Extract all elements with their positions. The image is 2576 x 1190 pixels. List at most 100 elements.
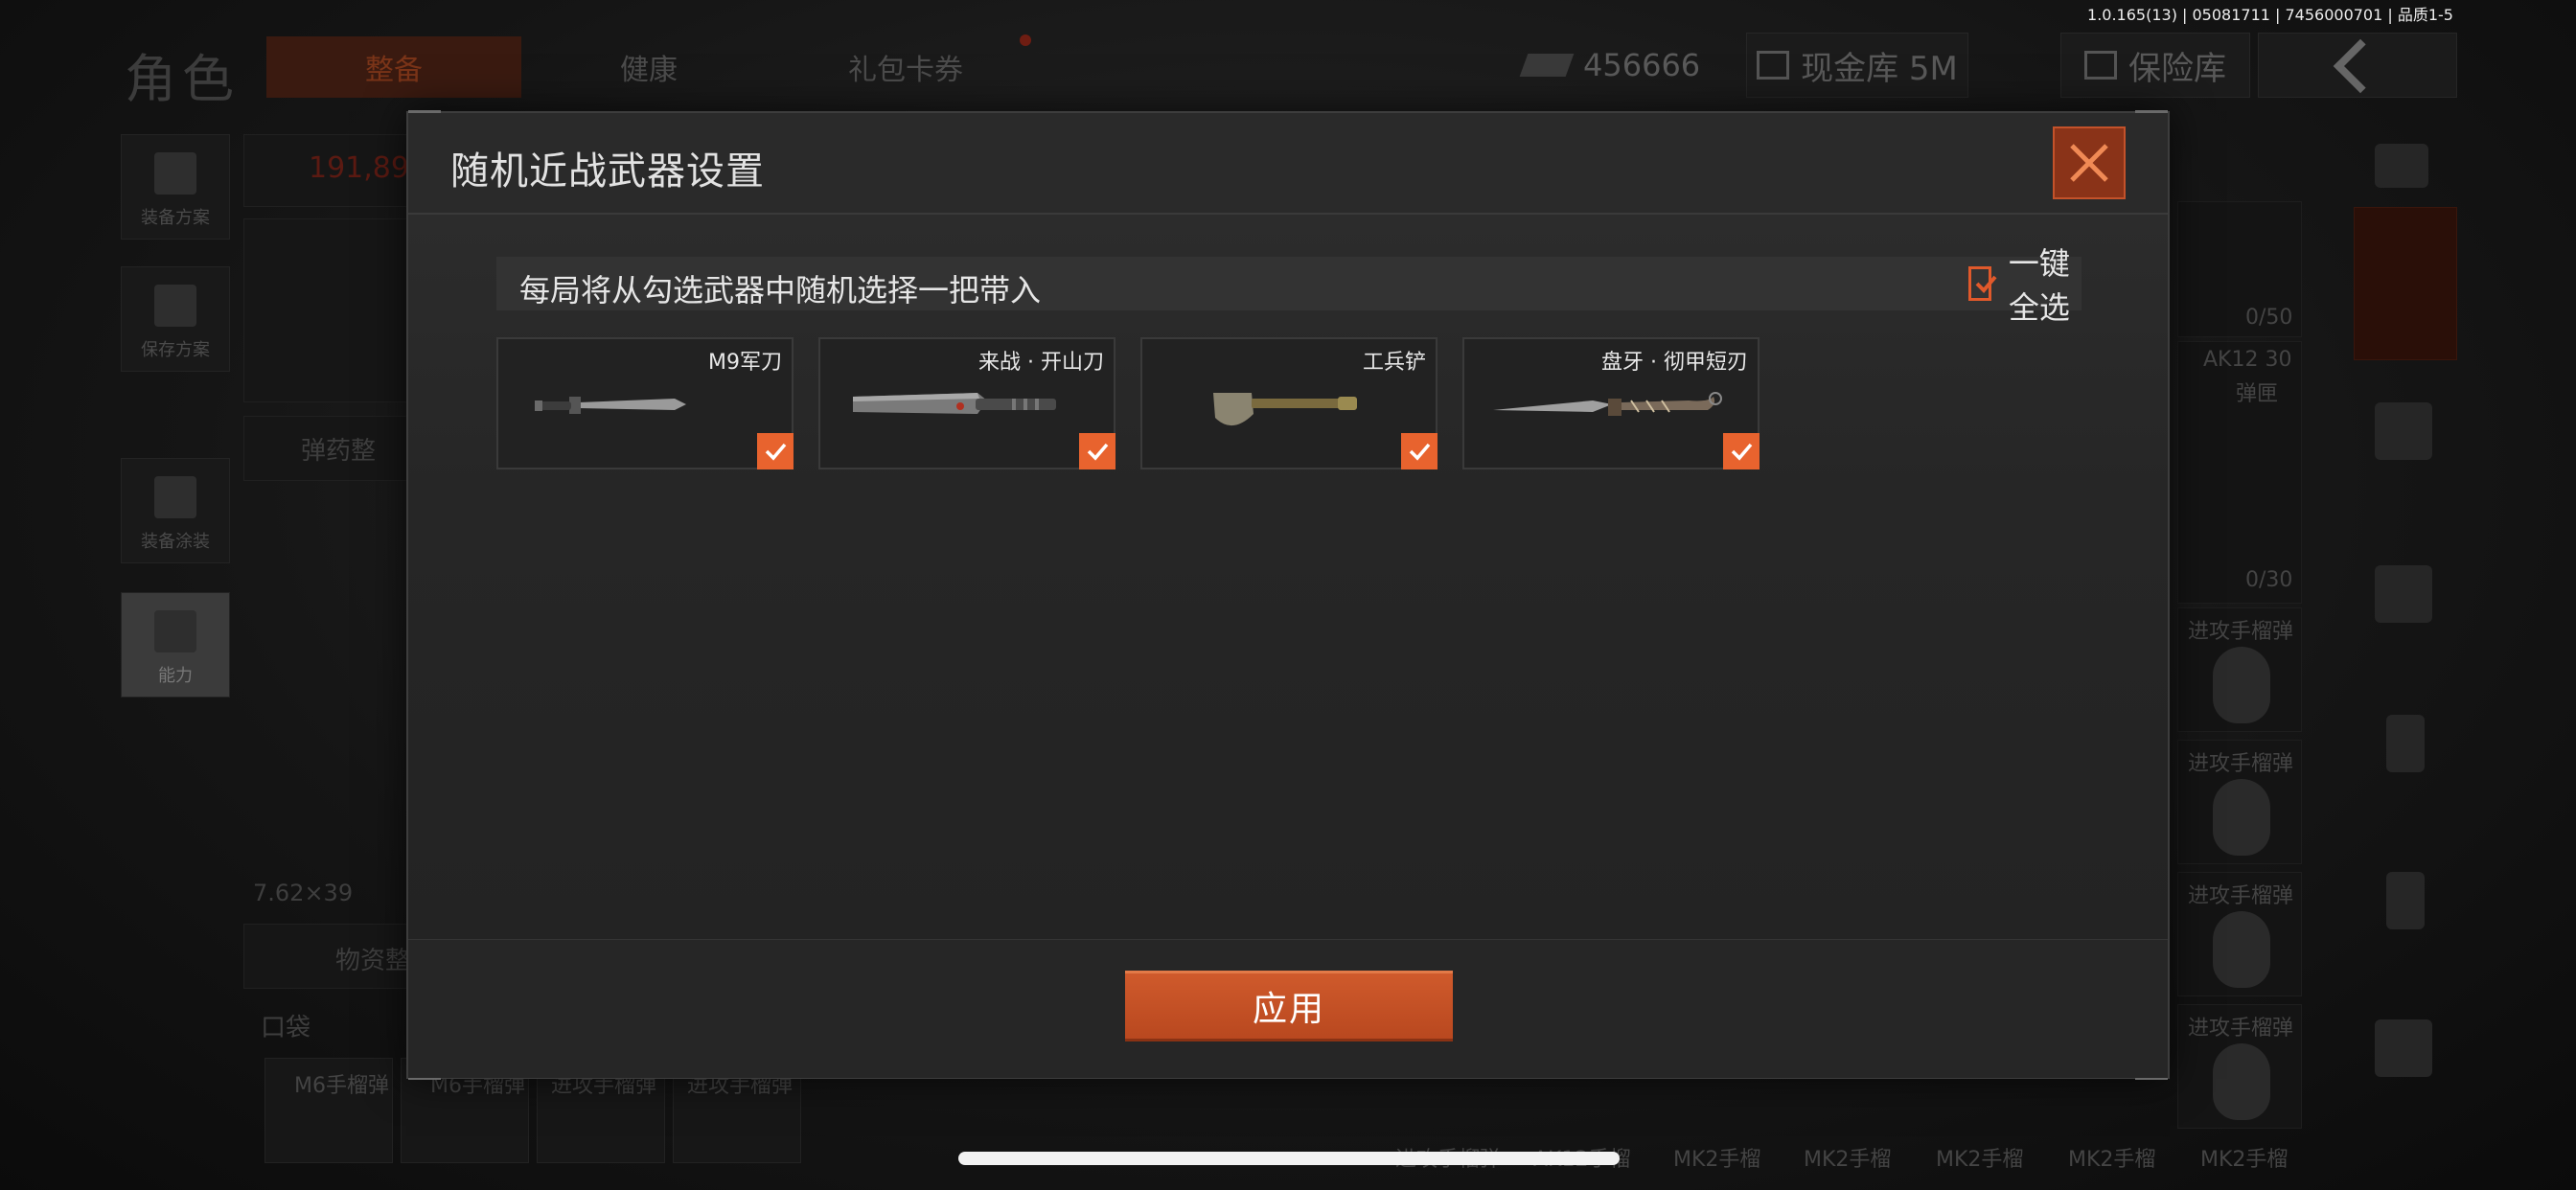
- supply-label: 物资整: [335, 947, 411, 975]
- bottom-item-label: MK2手榴: [1804, 1148, 1892, 1172]
- check-icon: [1087, 443, 1109, 461]
- side-ability[interactable]: 能力: [121, 592, 230, 698]
- vest-icon: [154, 152, 196, 195]
- weapon-checkbox[interactable]: [1401, 433, 1438, 469]
- side-label: 保存方案: [141, 340, 210, 360]
- side-label: 能力: [158, 666, 193, 686]
- bottom-item-label: MK2手榴: [1673, 1148, 1761, 1172]
- close-button[interactable]: [2053, 126, 2126, 199]
- melee-weapon-dialog: 随机近战武器设置 每局将从勾选武器中随机选择一把带入 一键全选 M9军刀 来战 …: [406, 110, 2170, 1080]
- side-label: 装备方案: [141, 208, 210, 228]
- dialog-footer: 应用: [408, 939, 2168, 1078]
- dagger-icon: [1493, 392, 1722, 416]
- weapon-card-shovel[interactable]: 工兵铲: [1140, 337, 1438, 469]
- select-all-toggle[interactable]: 一键全选: [1968, 245, 2082, 326]
- helmet-tab-icon[interactable]: [2375, 402, 2432, 460]
- cash-vault-button[interactable]: 现金库 5M: [1746, 33, 1968, 98]
- rifle-tab-icon[interactable]: [2375, 565, 2432, 623]
- weapon-name: M9军刀: [708, 351, 782, 375]
- item-label: 进攻手榴弹: [2188, 884, 2294, 908]
- grenade-icon: [2213, 779, 2270, 856]
- apply-button[interactable]: 应用: [1125, 971, 1453, 1041]
- close-icon: [2070, 144, 2108, 182]
- ability-icon: [154, 610, 196, 652]
- money-amount: 456666: [1583, 47, 1701, 83]
- grip-tab-icon[interactable]: [2386, 872, 2425, 929]
- check-icon: [1409, 443, 1431, 461]
- weapon-card-m9[interactable]: M9军刀: [496, 337, 794, 469]
- item-label: AK12 30: [2203, 348, 2292, 372]
- item-label: 进攻手榴弹: [2188, 752, 2294, 776]
- grenade-icon: [2213, 647, 2270, 723]
- ammo-label: 弹药整: [301, 437, 377, 466]
- inventory-cell[interactable]: 进攻手榴弹: [2177, 872, 2302, 996]
- stash-icon[interactable]: [2375, 144, 2428, 188]
- inventory-cell[interactable]: 0/50: [2177, 201, 2302, 337]
- tab-gift-cards[interactable]: 礼包卡券: [776, 36, 1035, 98]
- grenade-icon: [2213, 911, 2270, 988]
- notification-dot: [1020, 34, 1031, 46]
- inventory-cell[interactable]: AK12 30 弹匣 0/30: [2177, 341, 2302, 604]
- weapon-card-machete[interactable]: 来战 · 开山刀: [818, 337, 1116, 469]
- grenade-icon: [2213, 1043, 2270, 1120]
- pocket-label: 口袋: [261, 1014, 311, 1042]
- side-label: 装备涂装: [141, 532, 210, 552]
- side-skin[interactable]: 装备涂装: [121, 458, 230, 563]
- vault-icon: [1757, 51, 1790, 80]
- machete-icon: [853, 393, 1056, 414]
- check-icon: [1975, 275, 1997, 293]
- weapon-card-short-blade[interactable]: 盘牙 · 彻甲短刃: [1462, 337, 1760, 469]
- dialog-title: 随机近战武器设置: [450, 149, 765, 194]
- magazine-tab-icon[interactable]: [2386, 715, 2425, 772]
- cash-vault-label: 现金库 5M: [1801, 49, 1958, 88]
- back-arrow-icon: [2333, 38, 2388, 94]
- cash-icon: [1519, 54, 1575, 77]
- item-label: 进攻手榴弹: [2188, 620, 2294, 644]
- safe-vault-label: 保险库: [2128, 49, 2226, 88]
- check-icon: [765, 443, 787, 461]
- tab-health[interactable]: 健康: [529, 36, 769, 98]
- info-bar: 每局将从勾选武器中随机选择一把带入 一键全选: [496, 245, 2082, 326]
- inventory-cell[interactable]: 进攻手榴弹: [2177, 607, 2302, 732]
- scope-tab-icon[interactable]: [2375, 1019, 2432, 1077]
- inventory-cell[interactable]: 进攻手榴弹: [2177, 740, 2302, 864]
- version-label: 1.0.165(13) | 05081711 | 7456000701 | 品质…: [2087, 6, 2453, 24]
- money-display: 456666: [1519, 36, 1701, 94]
- side-save-plan[interactable]: 保存方案: [121, 266, 230, 372]
- weapon-checkbox[interactable]: [1723, 433, 1760, 469]
- helmet-icon: [154, 476, 196, 518]
- shovel-icon: [1213, 393, 1357, 426]
- select-all-checkbox[interactable]: [1968, 266, 1997, 301]
- safe-icon: [2084, 51, 2117, 80]
- download-icon: [154, 285, 196, 327]
- dialog-header: 随机近战武器设置: [408, 113, 2168, 215]
- inventory-cell[interactable]: 进攻手榴弹: [2177, 1004, 2302, 1129]
- weapon-checkbox[interactable]: [757, 433, 794, 469]
- side-equip-plan[interactable]: 装备方案: [121, 134, 230, 240]
- page-title: 角色: [125, 49, 240, 109]
- item-label: 进攻手榴弹: [2188, 1017, 2294, 1041]
- weapon-name: 工兵铲: [1362, 351, 1426, 375]
- check-icon: [1731, 443, 1753, 461]
- info-text: 每局将从勾选武器中随机选择一把带入: [519, 272, 1042, 309]
- weapon-name: 盘牙 · 彻甲短刃: [1601, 351, 1748, 375]
- back-button[interactable]: [2258, 33, 2457, 98]
- right-tab-selected[interactable]: [2354, 207, 2457, 360]
- armor-value: 191,89: [309, 151, 409, 185]
- bottom-item-label: MK2手榴: [2200, 1148, 2288, 1172]
- pocket-slot[interactable]: M6手榴弹: [264, 1058, 393, 1163]
- safe-vault-button[interactable]: 保险库: [2060, 33, 2250, 98]
- bottom-item-label: MK2手榴: [1936, 1148, 2024, 1172]
- tab-equip[interactable]: 整备: [266, 36, 521, 98]
- weapon-name: 来战 · 开山刀: [978, 351, 1104, 375]
- bottom-item-label: MK2手榴: [2068, 1148, 2156, 1172]
- weapon-checkbox[interactable]: [1079, 433, 1116, 469]
- home-indicator[interactable]: [958, 1152, 1620, 1165]
- gear-slot[interactable]: [243, 218, 408, 402]
- ammo-counter: 0/50: [2245, 306, 2293, 330]
- caliber-label: 7.62×39: [253, 880, 354, 906]
- item-sublabel: 弹匣: [2236, 382, 2279, 406]
- select-all-label: 一键全选: [2008, 245, 2070, 326]
- ammo-counter: 0/30: [2245, 568, 2293, 592]
- pocket-item-label: M6手榴弹: [294, 1074, 389, 1098]
